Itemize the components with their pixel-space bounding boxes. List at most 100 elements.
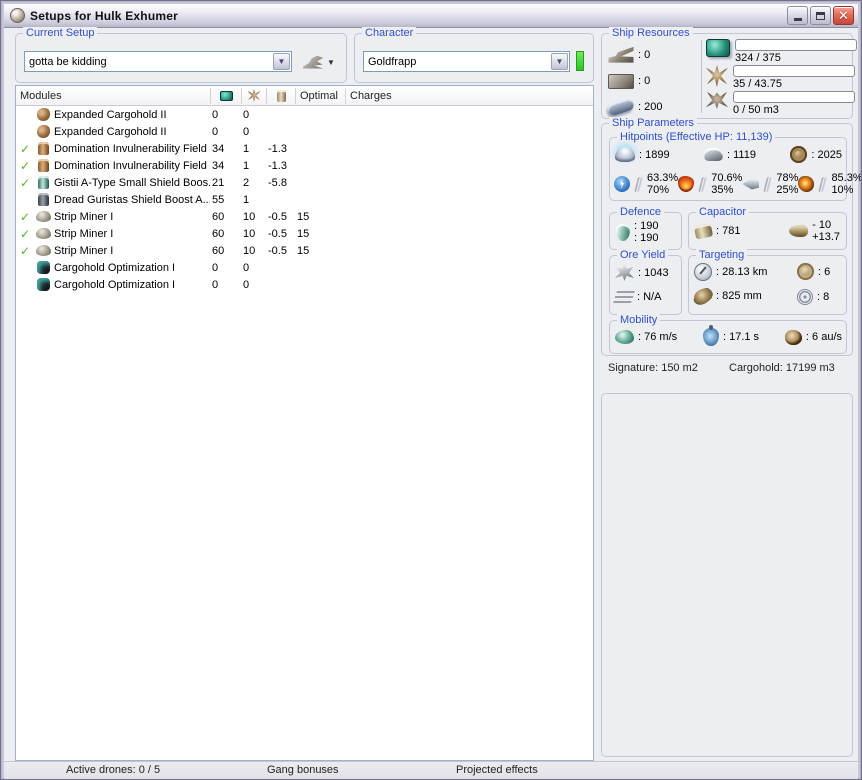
mobility-label: Mobility — [617, 314, 661, 326]
module-name: Strip Miner I — [54, 227, 114, 240]
current-setup-group: Current Setup gotta be kidding ▼ ▼ — [15, 27, 347, 83]
module-cpu: 34 — [212, 142, 225, 155]
active-drones-toggle[interactable]: Active drones: 0 / 5 — [66, 764, 160, 776]
module-row[interactable]: ✓ Cargohold Optimization I 0 0 — [16, 259, 593, 276]
drones-empty-panel — [601, 393, 853, 757]
capacitor-group: Capacitor : 781 - 10 +13.7 — [688, 206, 847, 250]
module-pg: 0 — [243, 108, 250, 121]
capacitor-delta-top: - 10 — [812, 219, 832, 231]
launcher-hardpoints-value: : 0 — [638, 75, 651, 87]
max-targets-icon — [797, 263, 814, 280]
module-cpu: 0 — [212, 108, 219, 121]
character-skill-indicator — [576, 51, 584, 71]
module-cpu: 34 — [212, 159, 225, 172]
module-cpu: 0 — [212, 261, 219, 274]
module-pg: 0 — [243, 278, 250, 291]
character-group: Character Goldfrapp ▼ — [354, 27, 594, 83]
armor-hp-value: : 1119 — [727, 148, 756, 161]
turret-hardpoints-icon — [608, 46, 634, 63]
client-area: Current Setup gotta be kidding ▼ ▼ Chara… — [4, 27, 861, 779]
module-cap: -0.5 — [268, 210, 287, 223]
module-name: Strip Miner I — [54, 210, 114, 223]
targeting-group: Targeting : 28.13 km : 6 : 825 mm : 8 — [688, 249, 847, 315]
capacitor-label: Capacitor — [696, 206, 750, 218]
dronebay-icon — [706, 91, 728, 109]
module-name: Expanded Cargohold II — [54, 108, 167, 121]
module-row[interactable]: ✓ Dread Guristas Shield Boost A... 55 1 — [16, 191, 593, 208]
thermal-resist-shield: 70.6% — [711, 172, 743, 184]
module-cpu: 60 — [212, 244, 225, 257]
current-setup-label: Current Setup — [23, 27, 98, 39]
gang-bonuses-toggle[interactable]: Gang bonuses — [267, 764, 339, 776]
ship-parameters-group: Ship Parameters Hitpoints (Effective HP:… — [601, 117, 861, 356]
module-icon — [35, 211, 51, 222]
module-pg: 0 — [243, 261, 250, 274]
module-cap: -1.3 — [268, 159, 287, 172]
module-row[interactable]: ✓ Strip Miner I 60 10 -0.5 15 — [16, 225, 593, 242]
module-icon — [36, 108, 50, 121]
module-name: Gistii A-Type Small Shield Boos... — [54, 176, 210, 189]
optimal-column-header: Optimal — [295, 87, 345, 104]
module-icon — [37, 176, 49, 189]
thermal-resist: 70.6% 35% — [678, 172, 742, 196]
resources-divider — [701, 40, 702, 113]
close-button[interactable]: ✕ — [833, 6, 854, 25]
hitpoints-label: Hitpoints (Effective HP: 11,139) — [617, 131, 776, 143]
modules-header-name: Modules — [20, 89, 62, 102]
align-time-value: : 17.1 s — [722, 331, 760, 343]
ship-resources-label: Ship Resources — [609, 27, 693, 39]
module-icon — [37, 142, 49, 155]
em-resist-armor: 70% — [647, 184, 670, 196]
kinetic-resist-shield: 78% — [776, 172, 799, 184]
current-setup-dropdown-icon[interactable]: ▼ — [273, 53, 290, 70]
current-setup-combobox[interactable]: gotta be kidding ▼ — [24, 51, 292, 72]
module-row[interactable]: ✓ Domination Invulnerability Field 34 1 … — [16, 140, 593, 157]
module-name: Domination Invulnerability Field — [54, 142, 207, 155]
modules-header: Modules Optimal Charges — [16, 86, 593, 106]
character-dropdown-icon[interactable]: ▼ — [551, 53, 568, 70]
module-cpu: 0 — [212, 278, 219, 291]
explosive-resist-armor: 10% — [831, 184, 854, 196]
module-pg: 1 — [243, 142, 250, 155]
module-icon — [35, 245, 51, 256]
ore-yield-label: Ore Yield — [617, 249, 669, 261]
charges-column-header: Charges — [345, 87, 593, 104]
sensor-strength-icon — [797, 289, 813, 305]
ship-parameters-label: Ship Parameters — [609, 117, 697, 129]
module-optimal: 15 — [297, 227, 310, 240]
minimize-button[interactable] — [787, 6, 808, 25]
title-bar[interactable]: Setups for Hulk Exhumer ✕ — [4, 4, 858, 28]
app-window: Setups for Hulk Exhumer ✕ Current Setup … — [0, 0, 862, 780]
module-row[interactable]: ✓ Expanded Cargohold II 0 0 — [16, 106, 593, 123]
module-row[interactable]: ✓ Expanded Cargohold II 0 0 — [16, 123, 593, 140]
projected-effects-toggle[interactable]: Projected effects — [456, 764, 538, 776]
structure-hp-icon — [790, 146, 808, 163]
module-active-check-icon: ✓ — [19, 226, 31, 241]
thermal-resist-armor: 35% — [711, 184, 734, 196]
module-row[interactable]: ✓ Cargohold Optimization I 0 0 — [16, 276, 593, 293]
character-combobox[interactable]: Goldfrapp ▼ — [363, 51, 570, 72]
app-icon — [10, 8, 25, 23]
module-row[interactable]: ✓ Strip Miner I 60 10 -0.5 15 — [16, 242, 593, 259]
module-row[interactable]: ✓ Domination Invulnerability Field 34 1 … — [16, 157, 593, 174]
ore-yield-icon — [615, 264, 634, 281]
cargohold-value: Cargohold: 17199 m3 — [729, 362, 835, 374]
targeting-range-icon — [694, 263, 712, 281]
shield-hp-value: : 1899 — [639, 148, 670, 161]
defence-value-2: : 190 — [634, 232, 659, 244]
module-name: Cargohold Optimization I — [54, 278, 176, 291]
module-row[interactable]: ✓ Strip Miner I 60 10 -0.5 15 — [16, 208, 593, 225]
shield-hp-icon — [615, 147, 635, 162]
module-pg: 10 — [243, 210, 256, 223]
module-row[interactable]: ✓ Gistii A-Type Small Shield Boos... 21 … — [16, 174, 593, 191]
module-active-check-icon: ✓ — [19, 158, 31, 173]
module-cap: -0.5 — [268, 227, 287, 240]
module-cap: -1.3 — [268, 142, 287, 155]
ship-browser-button[interactable]: ▼ — [298, 50, 340, 74]
maximize-button[interactable] — [810, 6, 831, 25]
explosive-resist-shield: 85.3% — [831, 172, 862, 184]
modules-panel: Modules Optimal Charges ✓ Expanded Cargo… — [15, 85, 594, 761]
module-name: Domination Invulnerability Field — [54, 159, 207, 172]
module-pg: 0 — [243, 125, 250, 138]
current-setup-value: gotta be kidding — [29, 55, 107, 68]
